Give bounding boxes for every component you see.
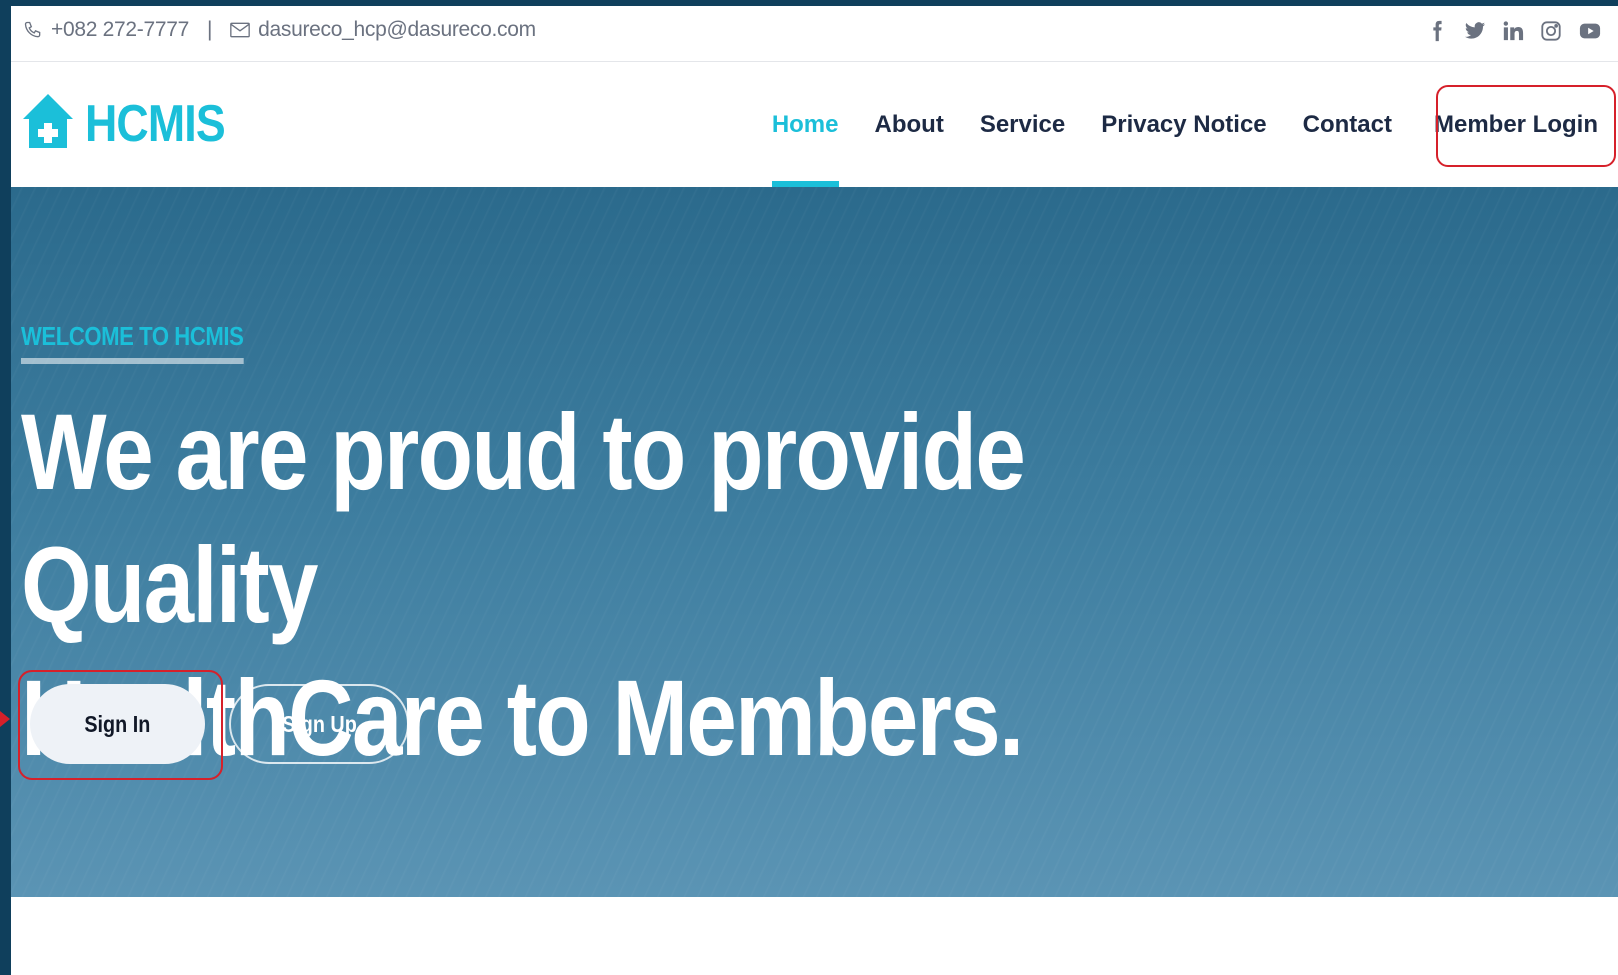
brand-name: HCMIS: [85, 94, 226, 153]
nav-home[interactable]: Home: [754, 62, 857, 187]
main-navbar: HCMIS Home About Service Privacy Notice …: [11, 62, 1618, 187]
linkedin-icon[interactable]: [1502, 20, 1524, 42]
sign-in-label: Sign In: [84, 710, 151, 737]
instagram-icon[interactable]: [1540, 20, 1562, 42]
sign-up-label: Sign Up: [281, 710, 357, 737]
youtube-icon[interactable]: [1578, 20, 1601, 42]
nav-contact[interactable]: Contact: [1285, 62, 1410, 187]
contact-separator: |: [206, 18, 213, 41]
top-contact-bar: +082 272-7777 | dasureco_hcp@dasureco.co…: [11, 6, 1618, 62]
house-medical-icon: [21, 92, 75, 155]
phone-icon: [23, 20, 43, 40]
nav-service[interactable]: Service: [962, 62, 1083, 187]
hero-headline-line1: We are proud to provide Quality: [21, 391, 1026, 645]
twitter-icon[interactable]: [1464, 20, 1486, 42]
sign-up-button[interactable]: Sign Up: [229, 684, 409, 764]
browser-viewport: +082 272-7777 | dasureco_hcp@dasureco.co…: [11, 6, 1618, 975]
phone-number[interactable]: +082 272-7777: [51, 18, 189, 42]
email-address[interactable]: dasureco_hcp@dasureco.com: [258, 18, 536, 42]
social-links: [1426, 20, 1601, 42]
email-icon: [230, 22, 250, 38]
facebook-icon[interactable]: [1426, 20, 1448, 42]
brand-logo[interactable]: HCMIS: [21, 92, 248, 155]
hero-kicker: WELCOME TO HCMIS: [21, 321, 244, 364]
hero-banner: WELCOME TO HCMIS We are proud to provide…: [11, 187, 1618, 897]
nav-member-login[interactable]: Member Login: [1416, 62, 1616, 187]
nav-privacy-notice[interactable]: Privacy Notice: [1083, 62, 1284, 187]
annotation-arrow-icon: [0, 711, 10, 727]
sign-in-button[interactable]: Sign In: [30, 684, 205, 764]
contact-info: +082 272-7777 | dasureco_hcp@dasureco.co…: [23, 18, 536, 42]
page-content-below-hero: [11, 897, 1618, 975]
nav-menu: Home About Service Privacy Notice Contac…: [754, 62, 1618, 187]
nav-about[interactable]: About: [857, 62, 962, 187]
